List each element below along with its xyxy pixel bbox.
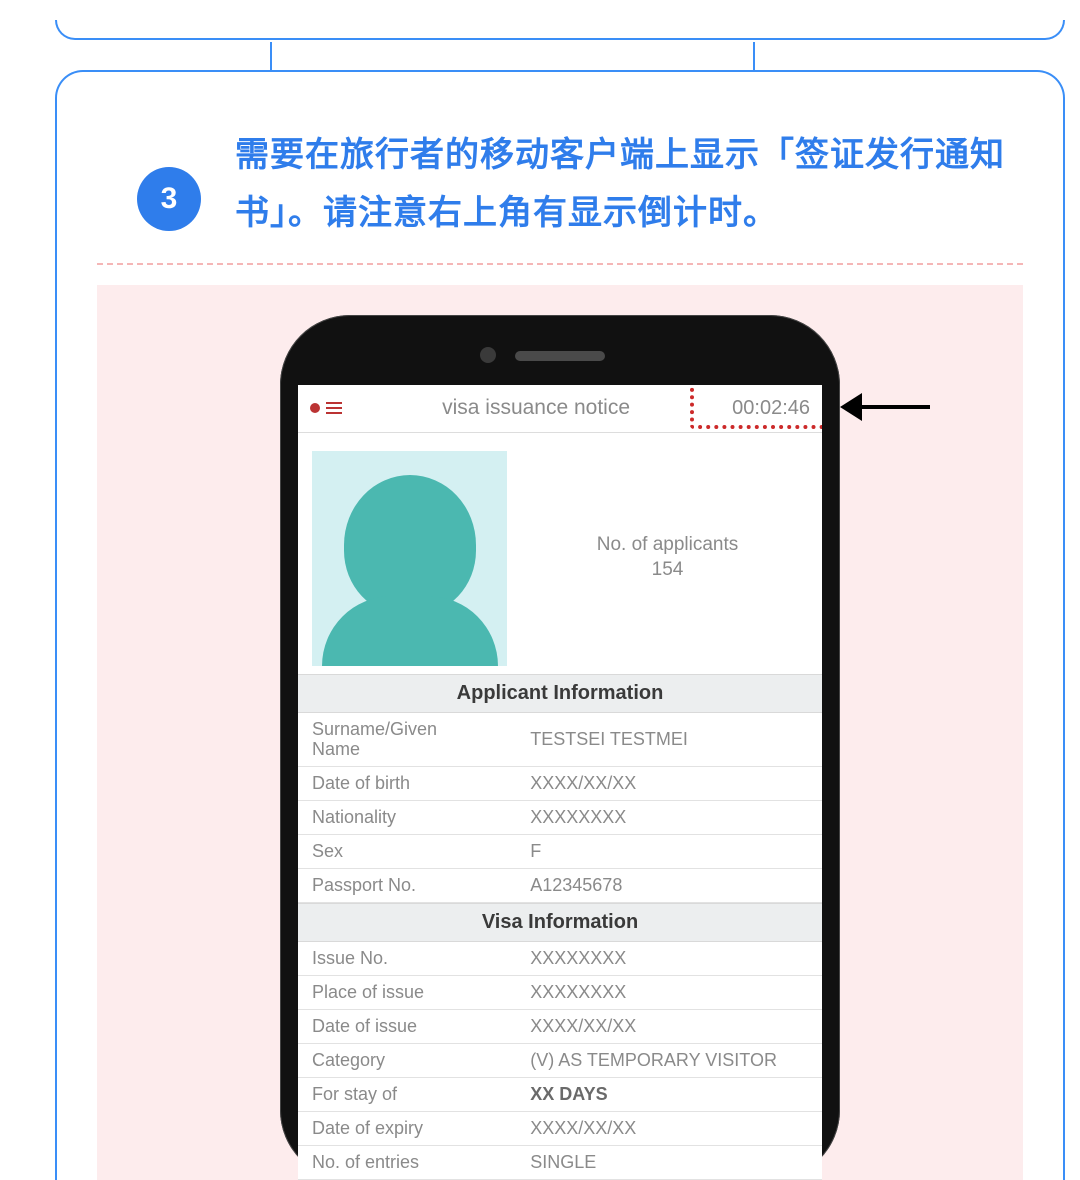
info-value: A12345678 (530, 875, 808, 896)
countdown-timer: 00:02:46 (724, 397, 810, 420)
flag-icon (310, 403, 320, 413)
phone-mockup: visa issuance notice 00:02:46 No. o (280, 315, 840, 1180)
illustration-area: visa issuance notice 00:02:46 No. o (97, 285, 1023, 1180)
info-label: Sex (312, 841, 530, 862)
info-label: Nationality (312, 807, 530, 828)
info-label: Category (312, 1050, 530, 1071)
step-card: 3 需要在旅行者的移动客户端上显示「签证发行通知书」。请注意右上角有显示倒计时。… (55, 70, 1065, 1180)
info-row: No. of entriesSINGLE (298, 1146, 822, 1180)
info-value: XXXXXXXX (530, 948, 808, 969)
phone-screen: visa issuance notice 00:02:46 No. o (298, 385, 822, 1180)
info-row: Surname/Given NameTESTSEI TESTMEI (298, 713, 822, 767)
info-label: Place of issue (312, 982, 530, 1003)
section-header-visa: Visa Information (298, 903, 822, 942)
info-row: Category(V) AS TEMPORARY VISITOR (298, 1044, 822, 1078)
info-label: Date of birth (312, 773, 530, 794)
info-row: For stay ofXX DAYS (298, 1078, 822, 1112)
info-label: For stay of (312, 1084, 530, 1105)
info-label: Date of expiry (312, 1118, 530, 1139)
info-row: Issue No.XXXXXXXX (298, 942, 822, 976)
step-number-badge: 3 (137, 167, 201, 231)
applicant-photo (312, 451, 507, 666)
section-header-applicant: Applicant Information (298, 674, 822, 713)
info-value: XXXXXXXX (530, 982, 808, 1003)
info-label: Passport No. (312, 875, 530, 896)
info-value: XXXX/XX/XX (530, 1016, 808, 1037)
previous-card-edge (55, 20, 1065, 40)
phone-camera (480, 347, 496, 363)
info-value: (V) AS TEMPORARY VISITOR (530, 1050, 808, 1071)
info-value: SINGLE (530, 1152, 808, 1173)
info-value: XXXX/XX/XX (530, 773, 808, 794)
info-label: No. of entries (312, 1152, 530, 1173)
info-row: Date of birthXXXX/XX/XX (298, 767, 822, 801)
pointer-arrow (840, 391, 930, 423)
info-label: Surname/Given Name (312, 719, 530, 760)
applicants-count: No. of applicants 154 (527, 451, 808, 666)
info-value: F (530, 841, 808, 862)
info-value: XXXX/XX/XX (530, 1118, 808, 1139)
app-title: visa issuance notice (348, 396, 724, 420)
info-row: Date of expiryXXXX/XX/XX (298, 1112, 822, 1146)
info-row: NationalityXXXXXXXX (298, 801, 822, 835)
info-label: Issue No. (312, 948, 530, 969)
info-row: SexF (298, 835, 822, 869)
info-label: Date of issue (312, 1016, 530, 1037)
info-row: Place of issueXXXXXXXX (298, 976, 822, 1010)
info-row: Passport No.A12345678 (298, 869, 822, 903)
dashed-separator (97, 263, 1023, 265)
app-header: visa issuance notice 00:02:46 (298, 385, 822, 433)
step-instruction-text: 需要在旅行者的移动客户端上显示「签证发行通知书」。请注意右上角有显示倒计时。 (235, 127, 1013, 243)
info-row: Date of issueXXXX/XX/XX (298, 1010, 822, 1044)
info-value: XX DAYS (530, 1084, 808, 1105)
info-value: XXXXXXXX (530, 807, 808, 828)
phone-speaker (515, 351, 605, 361)
menu-icon[interactable] (326, 402, 342, 414)
info-value: TESTSEI TESTMEI (530, 729, 808, 750)
